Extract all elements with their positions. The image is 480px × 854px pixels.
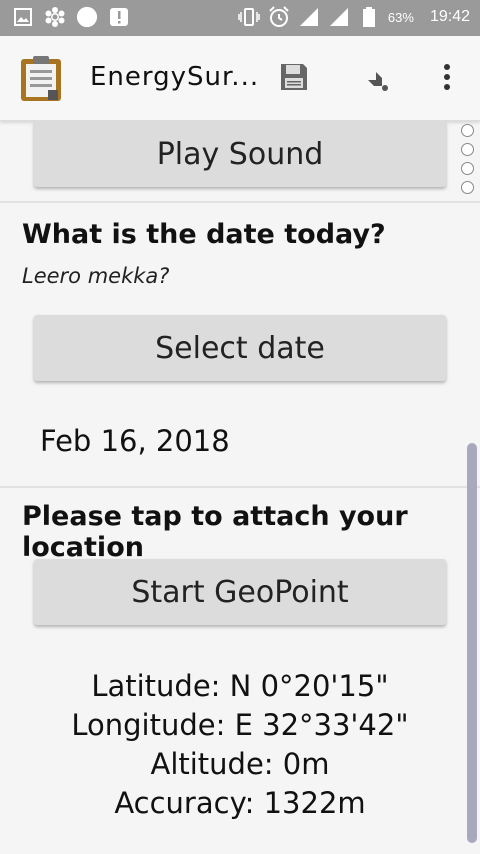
page-dot: [461, 124, 474, 137]
date-question: What is the date today?: [22, 219, 386, 250]
jump-arrow-icon[interactable]: [358, 60, 392, 94]
alarm-icon: [268, 6, 290, 28]
alert-icon: [108, 6, 130, 28]
page-indicator: [461, 124, 474, 194]
app-title: EnergySur...: [90, 62, 260, 92]
selected-date: Feb 16, 2018: [40, 424, 230, 458]
divider: [0, 201, 480, 203]
location-question: Please tap to attach your location: [22, 501, 408, 563]
date-hint: Leero mekka?: [22, 264, 170, 288]
accuracy-value: Accuracy: 1322m: [114, 786, 366, 820]
page-dot: [461, 143, 474, 156]
page-dot: [461, 181, 474, 194]
form-content[interactable]: Play Sound What is the date today? Leero…: [0, 121, 480, 854]
settings-flower-icon: [44, 6, 66, 28]
page-dot: [461, 162, 474, 175]
battery-icon: [358, 6, 380, 28]
save-icon[interactable]: [277, 60, 311, 94]
signal-icon: [298, 6, 320, 28]
image-icon: [12, 6, 34, 28]
circle-icon: [76, 6, 98, 28]
vibrate-icon: [238, 6, 260, 28]
signal-icon: [328, 6, 350, 28]
geo-readout: Latitude: N 0°20'15" Longitude: E 32°33'…: [0, 667, 480, 823]
divider: [0, 486, 480, 488]
more-vert-icon[interactable]: [430, 60, 464, 94]
start-geopoint-button[interactable]: Start GeoPoint: [34, 559, 446, 625]
scrollbar[interactable]: [467, 443, 477, 843]
clock: 19:42: [429, 8, 470, 25]
latitude-value: Latitude: N 0°20'15": [91, 669, 389, 703]
app-bar: EnergySur...: [0, 36, 480, 121]
altitude-value: Altitude: 0m: [150, 747, 330, 781]
select-date-button[interactable]: Select date: [34, 315, 446, 381]
status-bar: 63% 19:42: [0, 0, 480, 36]
clipboard-icon: [18, 54, 64, 102]
battery-percent: 63%: [387, 9, 414, 25]
play-sound-button[interactable]: Play Sound: [34, 121, 446, 187]
longitude-value: Longitude: E 32°33'42": [71, 708, 409, 742]
